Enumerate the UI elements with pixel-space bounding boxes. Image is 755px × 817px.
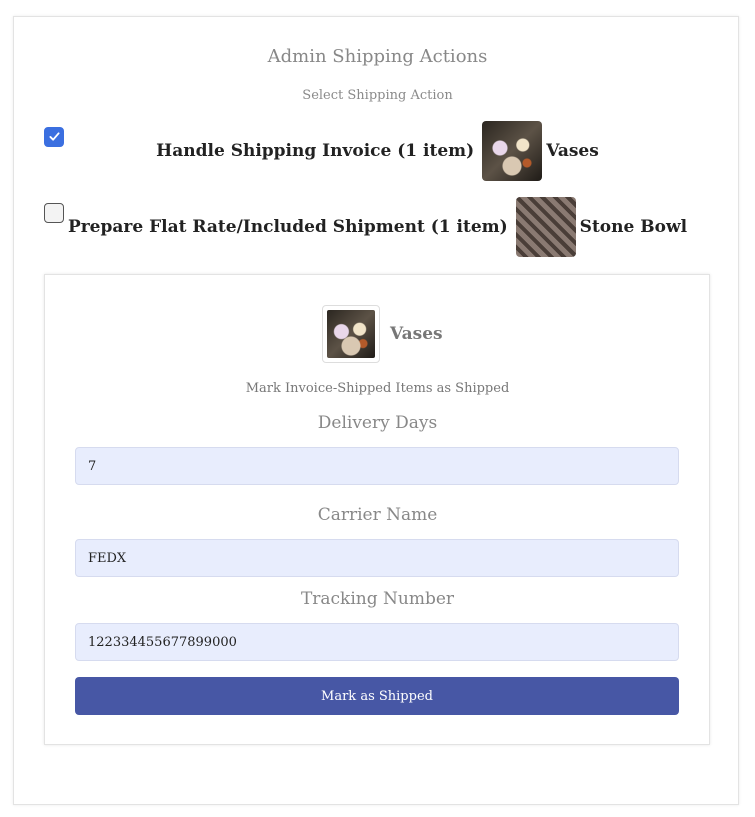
shipping-option-invoice[interactable]: Handle Shipping Invoice (1 item) Vases (0, 121, 755, 181)
invoice-option-label: Handle Shipping Invoice (1 item) (156, 141, 475, 161)
tracking-number-label: Tracking Number (300, 589, 455, 609)
shipping-option-flat-rate[interactable]: Prepare Flat Rate/Included Shipment (1 i… (0, 197, 755, 257)
tracking-number-input[interactable] (75, 623, 679, 661)
carrier-name-label: Carrier Name (317, 505, 438, 525)
flat-rate-option-item-name: Stone Bowl (579, 217, 688, 237)
vases-thumbnail (482, 121, 543, 181)
stone-bowl-thumbnail (515, 197, 576, 257)
mark-as-shipped-button[interactable]: Mark as Shipped (75, 677, 679, 715)
delivery-days-label: Delivery Days (317, 413, 438, 433)
section-subtitle: Select Shipping Action (302, 88, 453, 103)
form-item-header: Vases (322, 305, 443, 363)
flat-rate-option-label: Prepare Flat Rate/Included Shipment (1 i… (67, 217, 508, 237)
form-item-name: Vases (390, 324, 443, 344)
form-instructions: Mark Invoice-Shipped Items as Shipped (245, 381, 510, 396)
invoice-option-item-name: Vases (546, 141, 599, 161)
delivery-days-input[interactable] (75, 447, 679, 485)
carrier-name-input[interactable] (75, 539, 679, 577)
form-item-thumbnail-frame (322, 305, 380, 363)
page-title: Admin Shipping Actions (267, 46, 488, 67)
vases-thumbnail (327, 310, 375, 358)
